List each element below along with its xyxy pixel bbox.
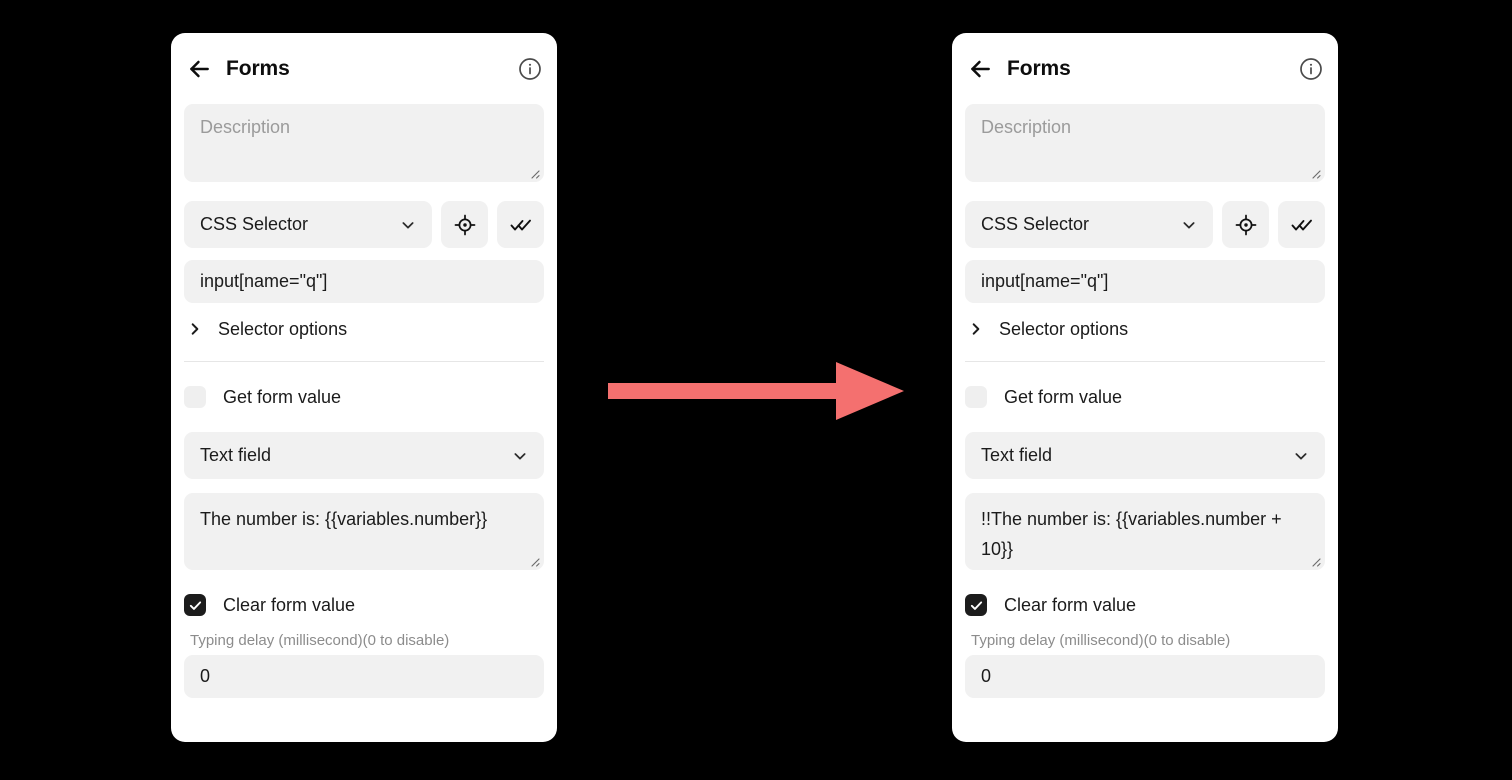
selector-type-row: CSS Selector xyxy=(965,201,1325,248)
typing-delay-input[interactable]: 0 xyxy=(184,655,544,698)
get-form-value-checkbox-row[interactable]: Get form value xyxy=(965,382,1325,412)
clear-form-value-label: Clear form value xyxy=(223,594,356,615)
clear-form-value-checkbox-row[interactable]: Clear form value xyxy=(965,590,1325,620)
checkmark-icon xyxy=(189,600,201,610)
double-check-icon xyxy=(1291,219,1312,230)
description-placeholder: Description xyxy=(200,117,291,137)
form-type-value: Text field xyxy=(200,445,272,465)
panel-header: Forms xyxy=(965,33,1325,104)
chevron-down-icon xyxy=(1295,452,1307,460)
screenshot-canvas: Forms Description CSS Selector input[nam… xyxy=(0,0,1512,780)
get-form-value-checkbox[interactable] xyxy=(184,386,206,408)
crosshair-target-icon xyxy=(1235,214,1256,235)
selector-type-select[interactable]: CSS Selector xyxy=(965,201,1213,248)
resize-handle-icon[interactable] xyxy=(1308,554,1321,567)
validate-selector-button[interactable] xyxy=(1278,201,1325,248)
form-type-value: Text field xyxy=(981,445,1053,465)
selector-options-label: Selector options xyxy=(218,318,348,339)
pick-element-button[interactable] xyxy=(1222,201,1269,248)
selector-value-input[interactable]: input[name="q"] xyxy=(184,260,544,303)
description-textarea[interactable]: Description xyxy=(965,104,1325,182)
right-arrow-icon xyxy=(608,362,904,420)
double-check-icon xyxy=(510,219,531,230)
resize-handle-icon[interactable] xyxy=(527,554,540,567)
typing-delay-label: Typing delay (millisecond)(0 to disable) xyxy=(190,632,450,649)
back-arrow-icon[interactable] xyxy=(186,56,212,82)
selector-value-input[interactable]: input[name="q"] xyxy=(965,260,1325,303)
get-form-value-label: Get form value xyxy=(1004,386,1123,407)
clear-form-value-checkbox[interactable] xyxy=(965,594,987,616)
info-circle-icon[interactable] xyxy=(1299,57,1323,81)
section-divider xyxy=(184,361,544,362)
clear-form-value-checkbox-row[interactable]: Clear form value xyxy=(184,590,544,620)
page-title: Forms xyxy=(1007,56,1071,80)
resize-handle-icon[interactable] xyxy=(1308,166,1321,179)
form-value-textarea[interactable]: The number is: {{variables.number}} xyxy=(184,493,544,570)
description-placeholder: Description xyxy=(981,117,1072,137)
selector-type-value: CSS Selector xyxy=(981,214,1090,234)
resize-handle-icon[interactable] xyxy=(527,166,540,179)
info-circle-icon[interactable] xyxy=(518,57,542,81)
section-divider xyxy=(965,361,1325,362)
typing-delay-input[interactable]: 0 xyxy=(965,655,1325,698)
page-title: Forms xyxy=(226,56,290,80)
description-textarea[interactable]: Description xyxy=(184,104,544,182)
form-type-select[interactable]: Text field xyxy=(965,432,1325,479)
selector-type-select[interactable]: CSS Selector xyxy=(184,201,432,248)
panel-header: Forms xyxy=(184,33,544,104)
selector-options-label: Selector options xyxy=(999,318,1129,339)
form-type-select[interactable]: Text field xyxy=(184,432,544,479)
validate-selector-button[interactable] xyxy=(497,201,544,248)
chevron-right-icon xyxy=(972,323,980,335)
selector-options-expander[interactable]: Selector options xyxy=(965,315,1325,343)
selector-options-expander[interactable]: Selector options xyxy=(184,315,544,343)
forms-block-panel-after: Forms Description CSS Selector input[nam… xyxy=(952,33,1338,742)
selector-type-value: CSS Selector xyxy=(200,214,309,234)
chevron-right-icon xyxy=(191,323,199,335)
get-form-value-checkbox-row[interactable]: Get form value xyxy=(184,382,544,412)
chevron-down-icon xyxy=(1183,221,1195,229)
checkmark-icon xyxy=(970,600,982,610)
selector-type-row: CSS Selector xyxy=(184,201,544,248)
clear-form-value-label: Clear form value xyxy=(1004,594,1137,615)
crosshair-target-icon xyxy=(454,214,475,235)
get-form-value-checkbox[interactable] xyxy=(965,386,987,408)
typing-delay-label: Typing delay (millisecond)(0 to disable) xyxy=(971,632,1231,649)
form-value-textarea[interactable]: !!The number is: {{variables.number + 10… xyxy=(965,493,1325,570)
back-arrow-icon[interactable] xyxy=(967,56,993,82)
chevron-down-icon xyxy=(514,452,526,460)
pick-element-button[interactable] xyxy=(441,201,488,248)
clear-form-value-checkbox[interactable] xyxy=(184,594,206,616)
chevron-down-icon xyxy=(402,221,414,229)
forms-block-panel-before: Forms Description CSS Selector input[nam… xyxy=(171,33,557,742)
get-form-value-label: Get form value xyxy=(223,386,342,407)
